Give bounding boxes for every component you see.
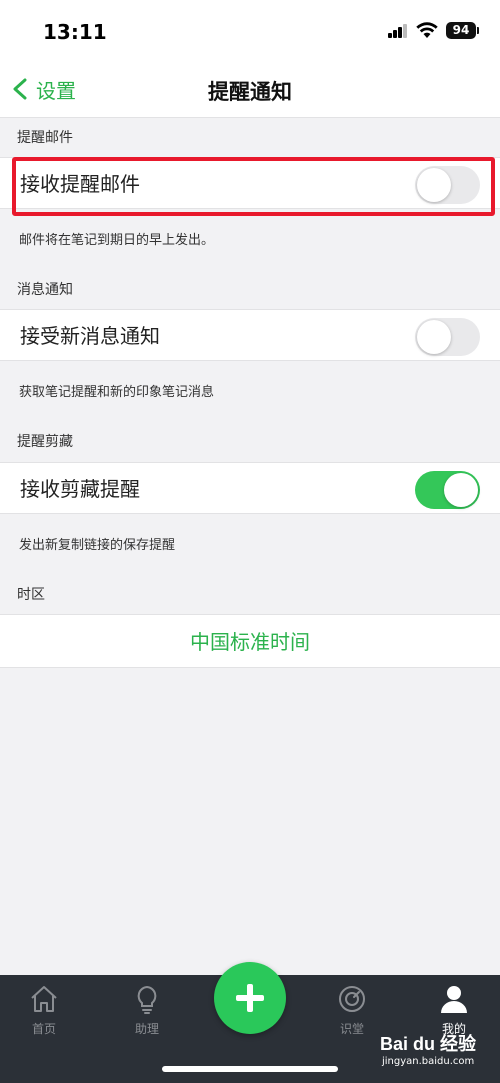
- timezone-selector[interactable]: 中国标准时间: [0, 614, 500, 668]
- compass-icon: [339, 986, 365, 1012]
- tab-me[interactable]: 我的: [419, 983, 489, 1037]
- cellular-signal-icon: [388, 24, 408, 38]
- battery-tip: [477, 27, 479, 34]
- section-header-message-notification: 消息通知: [17, 282, 73, 298]
- row-receive-clip-reminder: 接收剪藏提醒: [0, 462, 500, 514]
- tab-label: 识堂: [339, 1022, 364, 1036]
- row-label: 接收提醒邮件: [20, 172, 140, 196]
- status-time: 13:11: [43, 20, 107, 44]
- row-label: 接受新消息通知: [20, 324, 160, 348]
- tab-learning[interactable]: 识堂: [317, 983, 387, 1037]
- page-title: 提醒通知: [208, 80, 292, 104]
- toggle-knob: [417, 168, 451, 202]
- tab-label: 我的: [441, 1022, 466, 1036]
- row-receive-reminder-email: 接收提醒邮件: [0, 157, 500, 209]
- section-header-reminder-email: 提醒邮件: [17, 130, 73, 146]
- footnote-clip-reminder: 发出新复制链接的保存提醒: [19, 538, 176, 553]
- home-icon: [31, 986, 57, 1012]
- section-header-timezone: 时区: [17, 587, 45, 603]
- tab-assistant[interactable]: 助理: [112, 983, 182, 1037]
- row-receive-message-notification: 接受新消息通知: [0, 309, 500, 361]
- battery-indicator: 94: [446, 22, 476, 39]
- footnote-reminder-email: 邮件将在笔记到期日的早上发出。: [19, 233, 215, 248]
- clip-reminder-toggle[interactable]: [415, 471, 480, 509]
- message-notification-toggle[interactable]: [415, 318, 480, 356]
- tab-label: 首页: [31, 1022, 56, 1036]
- home-indicator: [162, 1066, 338, 1072]
- navigation-bar: 设置 提醒通知: [0, 62, 500, 118]
- footnote-message-notification: 获取笔记提醒和新的印象笔记消息: [19, 385, 215, 400]
- status-bar: 13:11 94: [0, 0, 500, 62]
- toggle-knob: [444, 473, 478, 507]
- wifi-icon: [416, 22, 438, 38]
- section-header-clip-reminder: 提醒剪藏: [17, 434, 73, 450]
- person-icon: [441, 986, 467, 1013]
- lightbulb-icon: [137, 985, 157, 1014]
- toggle-knob: [417, 320, 451, 354]
- reminder-email-toggle[interactable]: [415, 166, 480, 204]
- add-note-button[interactable]: [214, 962, 286, 1034]
- row-label: 接收剪藏提醒: [20, 477, 140, 501]
- tab-home[interactable]: 首页: [9, 983, 79, 1037]
- tab-label: 助理: [134, 1022, 159, 1036]
